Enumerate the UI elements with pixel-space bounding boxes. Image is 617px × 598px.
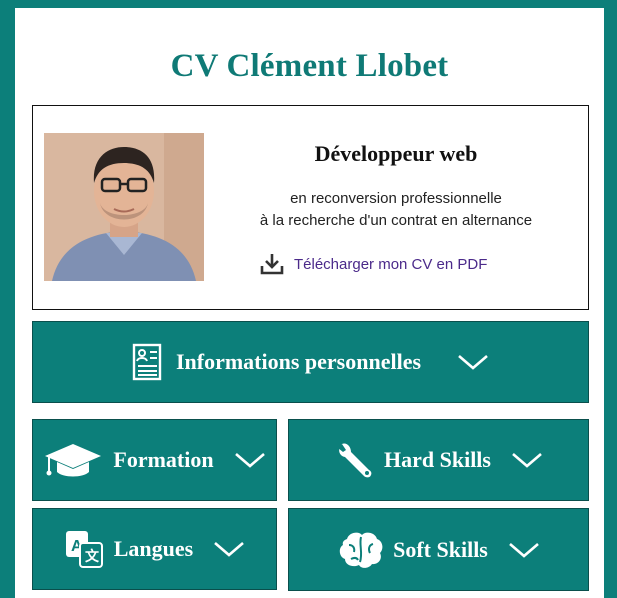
section-label: Hard Skills	[384, 447, 491, 472]
chevron-down-icon	[213, 540, 245, 558]
section-label: Langues	[113, 536, 194, 561]
translate-icon: A 文	[64, 529, 104, 569]
section-informations-personnelles[interactable]: Informations personnelles	[32, 321, 589, 403]
section-label: Informations personnelles	[175, 349, 422, 374]
svg-text:文: 文	[85, 548, 100, 564]
job-title: Développeur web	[314, 141, 478, 166]
section-langues[interactable]: A 文 Langues	[32, 508, 277, 590]
download-label: Télécharger mon CV en PDF	[294, 255, 488, 273]
chevron-down-icon	[508, 541, 540, 559]
chevron-down-icon	[234, 451, 266, 469]
profile-card: Développeur web en reconversion professi…	[32, 105, 589, 310]
chevron-down-icon	[511, 451, 543, 469]
id-card-icon	[132, 343, 162, 381]
download-icon	[259, 251, 285, 277]
section-soft-skills[interactable]: Soft Skills	[288, 508, 589, 591]
section-formation[interactable]: Formation	[32, 419, 277, 501]
graduation-cap-icon	[43, 440, 103, 480]
subtitle-line-1: en reconversion professionnelle	[290, 190, 502, 207]
subtitle-line-2: à la recherche d'un contrat en alternanc…	[259, 212, 533, 229]
wrench-icon	[334, 440, 374, 480]
section-label: Formation	[113, 447, 214, 472]
download-cv-link[interactable]: Télécharger mon CV en PDF	[259, 251, 487, 277]
chevron-down-icon	[457, 353, 489, 371]
cv-page: CV Clément Llobet Développeur web en rec…	[15, 8, 604, 598]
section-label: Soft Skills	[393, 536, 488, 562]
page-title: CV Clément Llobet	[170, 48, 449, 84]
profile-photo	[44, 133, 204, 281]
brain-icon	[337, 529, 385, 571]
section-hard-skills[interactable]: Hard Skills	[288, 419, 589, 501]
